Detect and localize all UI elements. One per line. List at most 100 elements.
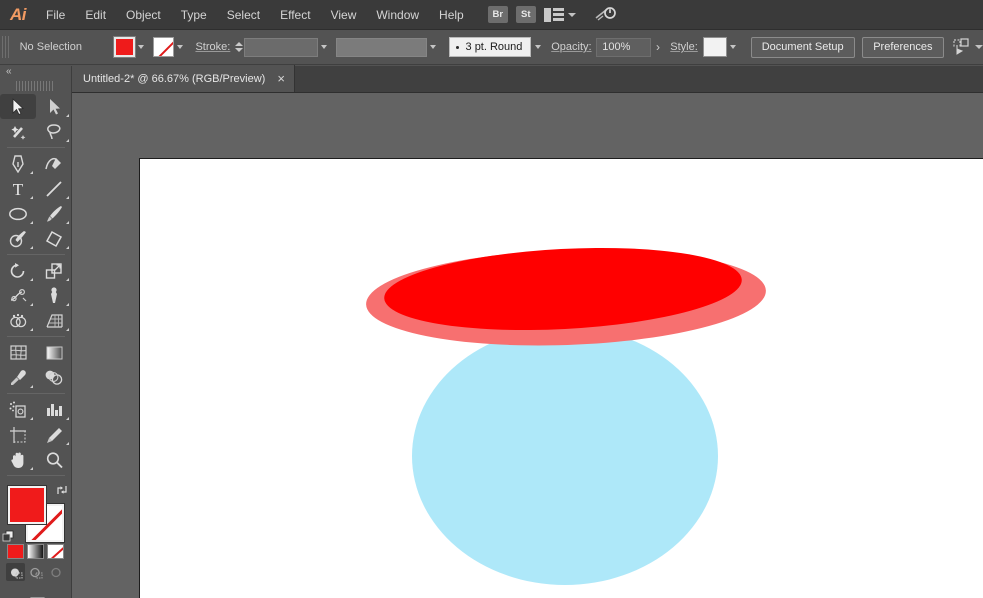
menu-item-type[interactable]: Type [171,0,217,30]
ellipse-tool[interactable] [0,201,36,226]
menu-item-select[interactable]: Select [217,0,270,30]
color-mode-buttons [0,543,71,559]
draw-behind-button[interactable] [26,563,45,581]
fill-color-swatch[interactable] [112,36,136,58]
brush-definition-value: 3 pt. Round [465,41,523,53]
tools-divider [7,254,65,255]
stroke-weight-chevron-down-icon[interactable] [318,37,330,57]
opacity-more-button[interactable]: › [651,37,664,57]
type-tool[interactable]: T [0,176,36,201]
tool-options-corner-icon [30,303,33,306]
preferences-button[interactable]: Preferences [862,36,944,58]
magic-wand-tool[interactable] [0,119,36,144]
slice-tool[interactable] [36,422,72,447]
style-label[interactable]: Style: [670,41,698,53]
tool-options-corner-icon [66,328,69,331]
document-tab-bar: Untitled-2* @ 66.67% (RGB/Preview) × [72,65,983,93]
menu-item-view[interactable]: View [321,0,367,30]
lasso-tool[interactable] [36,119,72,144]
control-bar-grip[interactable] [2,36,9,58]
stroke-weight-label[interactable]: Stroke: [195,41,230,53]
blend-tool[interactable] [36,365,72,390]
symbol-sprayer-tool[interactable] [0,397,36,422]
menu-item-effect[interactable]: Effect [270,0,320,30]
bridge-button[interactable]: Br [487,6,508,23]
gradient-button[interactable] [27,544,44,559]
tools-panel: « T [0,66,72,598]
profile-chevron-down-icon[interactable] [427,37,439,57]
circle-blue[interactable] [412,327,718,585]
menu-item-edit[interactable]: Edit [75,0,116,30]
selection-tool[interactable] [0,94,36,119]
document-tab[interactable]: Untitled-2* @ 66.67% (RGB/Preview) × [72,65,295,92]
document-setup-button[interactable]: Document Setup [750,36,855,58]
stroke-chevron-down-icon[interactable] [174,37,186,57]
align-to-selection-button[interactable] [953,38,983,56]
tool-options-corner-icon [66,114,69,117]
rotate-tool[interactable] [0,258,36,283]
fill-chevron-down-icon[interactable] [135,37,147,57]
search-adobe-stock-icon[interactable] [594,5,618,25]
fill-indicator-swatch[interactable] [7,485,47,525]
tools-divider [7,336,65,337]
stroke-weight-input[interactable] [244,37,319,57]
close-icon[interactable]: × [277,72,285,85]
mesh-tool[interactable] [0,340,36,365]
brush-preview-icon [455,45,459,49]
tool-options-corner-icon [66,417,69,420]
menu-item-file[interactable]: File [36,0,75,30]
arrange-documents-icon [543,7,566,23]
opacity-input[interactable]: 100% [596,37,652,57]
stock-button[interactable]: St [515,6,536,23]
color-button[interactable] [7,544,24,559]
variable-width-profile-select[interactable] [336,37,427,57]
draw-inside-button[interactable] [46,563,65,581]
menu-item-help[interactable]: Help [429,0,474,30]
ai-logo-icon: Ai [10,4,27,24]
scale-tool[interactable] [36,258,72,283]
default-fill-stroke-icon[interactable] [2,529,14,542]
brush-chevron-down-icon[interactable] [531,37,543,57]
line-segment-tool[interactable] [36,176,72,201]
shape-builder-tool[interactable] [0,308,36,333]
swap-fill-stroke-icon[interactable] [56,483,68,495]
stroke-color-swatch[interactable] [152,37,174,57]
none-button[interactable] [47,544,64,559]
tool-options-corner-icon [66,303,69,306]
shaper-tool[interactable] [0,226,36,251]
arrange-documents-button[interactable] [543,7,576,23]
tool-options-corner-icon [30,467,33,470]
perspective-grid-tool[interactable] [36,308,72,333]
collapse-panel-icon[interactable]: « [6,67,12,77]
screen-mode-row [0,581,71,598]
zoom-tool[interactable] [36,447,72,472]
stroke-weight-stepper[interactable] [234,37,244,57]
width-tool[interactable] [0,283,36,308]
style-chevron-down-icon[interactable] [727,37,739,57]
brush-definition-select[interactable]: 3 pt. Round [448,37,532,57]
tool-options-corner-icon [66,278,69,281]
curvature-tool[interactable] [36,151,72,176]
menu-bar: Ai File Edit Object Type Select Effect V… [0,0,983,30]
column-graph-tool[interactable] [36,397,72,422]
free-transform-tool[interactable] [36,283,72,308]
menu-item-object[interactable]: Object [116,0,171,30]
paintbrush-tool[interactable] [36,201,72,226]
draw-normal-button[interactable] [6,563,25,581]
gradient-tool[interactable] [36,340,72,365]
align-chevron-down-icon [974,45,983,49]
opacity-label[interactable]: Opacity: [551,41,591,53]
tools-panel-grip[interactable] [16,81,55,91]
tool-options-corner-icon [30,328,33,331]
eyedropper-tool[interactable] [0,365,36,390]
graphic-style-swatch[interactable] [702,37,728,57]
direct-selection-tool[interactable] [36,94,72,119]
menu-item-window[interactable]: Window [366,0,429,30]
eraser-tool[interactable] [36,226,72,251]
tool-options-corner-icon [30,385,33,388]
artboard-tool[interactable] [0,422,36,447]
pen-tool[interactable] [0,151,36,176]
menubar-tools: Br St [487,5,618,25]
hand-tool[interactable] [0,447,36,472]
tool-options-corner-icon [66,442,69,445]
